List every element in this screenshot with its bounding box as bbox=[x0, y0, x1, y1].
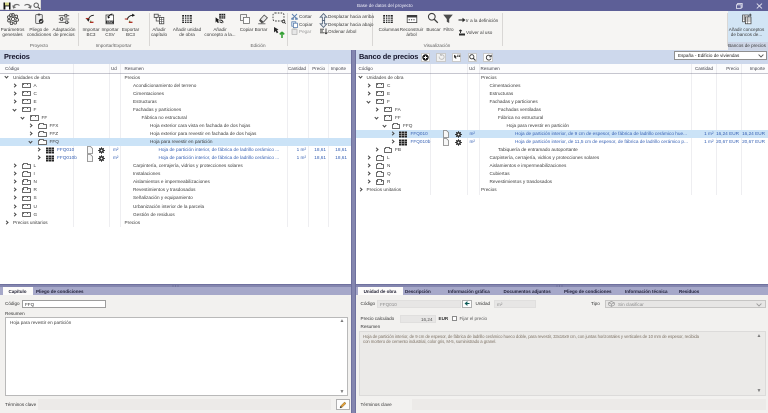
svg-text:CSV: CSV bbox=[107, 19, 113, 23]
